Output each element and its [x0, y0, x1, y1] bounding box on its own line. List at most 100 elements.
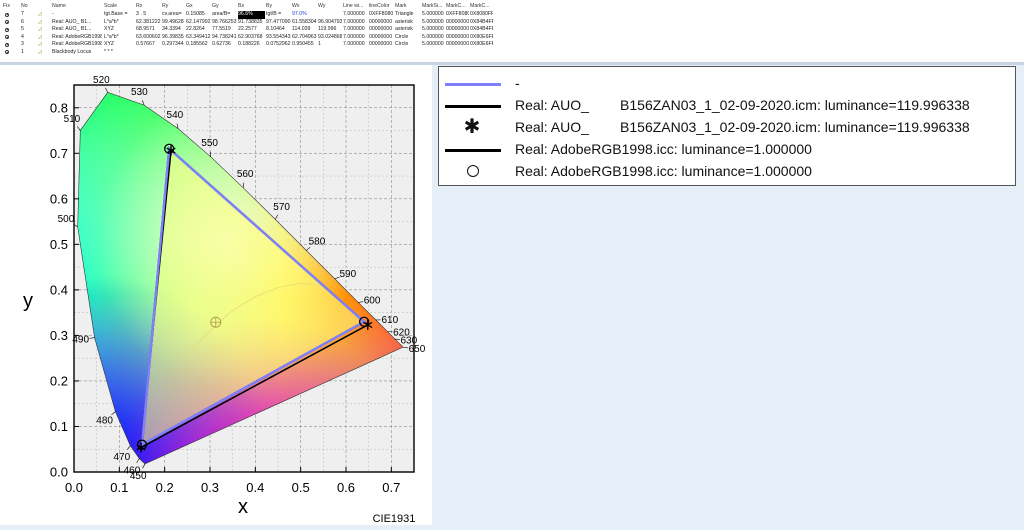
fix-radio[interactable] — [5, 13, 9, 17]
table-column-header[interactable]: By — [266, 3, 291, 11]
table-cell-gx: 0.15085 — [186, 11, 211, 19]
wavelength-label: 550 — [201, 138, 218, 149]
table-cell-gy: area/B= — [212, 11, 237, 19]
wavelength-label: 650 — [409, 344, 426, 355]
wavelength-label: 510 — [64, 114, 81, 125]
table-cell-name: Blackbody Locus — [52, 49, 102, 57]
fix-radio[interactable] — [5, 35, 9, 39]
table-column-header[interactable]: Ry — [162, 3, 184, 11]
legend-label: - — [515, 75, 520, 91]
table-cell-scale: L*a*b* — [104, 19, 134, 27]
legend-line-swatch — [445, 149, 501, 152]
legend-entry-auo-marker: ✱ Real: AUO_ B156ZAN03_1_02-09-2020.icm:… — [439, 117, 1015, 139]
table-cell-markc1: 00000000 — [446, 34, 469, 42]
table-cell-markc1: 0XFF8080 — [446, 11, 469, 19]
table-cell-mark: asterisk — [395, 19, 421, 27]
x-tick-label: 0.5 — [292, 480, 310, 495]
table-column-header[interactable]: Rx — [136, 3, 161, 11]
table-cell-markc2: 0X80E6FF — [470, 41, 493, 49]
table-cell-markc2: 0X8080FF — [470, 11, 493, 19]
x-tick-label: 0.7 — [382, 480, 400, 495]
fix-radio[interactable] — [5, 50, 9, 54]
table-cell-rx: 68.9571 — [136, 26, 161, 34]
table-column-header[interactable]: Gx — [186, 3, 211, 11]
fix-radio[interactable] — [5, 20, 9, 24]
table-cell-linewidth: 7.000000 — [343, 34, 368, 42]
white-point-marker — [211, 317, 221, 327]
table-cell-wy: 119.996 — [318, 26, 342, 34]
table-cell-gx: 0.185562 — [186, 41, 211, 49]
table-cell-wy: 96.904793 — [318, 19, 342, 27]
table-cell-linewidth: 7.000000 — [343, 11, 368, 19]
table-column-header[interactable]: Name — [52, 3, 102, 11]
table-column-header[interactable]: Line wi... — [343, 3, 368, 11]
wavelength-label: 610 — [381, 315, 398, 326]
table-cell-name: Real: AUO_ B1... — [52, 19, 102, 27]
y-tick-label: 0.8 — [50, 100, 68, 115]
x-tick-label: 0.6 — [337, 480, 355, 495]
circle-icon — [467, 165, 479, 177]
table-cell-gy: 77.5519 — [212, 26, 237, 34]
y-tick-label: 0.0 — [50, 465, 68, 480]
x-tick-label: 0.4 — [246, 480, 264, 495]
table-cell-no: 7 — [21, 11, 36, 19]
table-cell-bx: 22.2577 — [238, 26, 265, 34]
table-column-header[interactable]: Wx — [292, 3, 317, 11]
table-cell-no: 3 — [21, 41, 36, 49]
table-cell-linecolor: 0XFF8080 — [369, 11, 394, 19]
fix-radio[interactable] — [5, 43, 9, 47]
table-cell-wx: 97.0% — [292, 11, 317, 19]
table-column-header[interactable]: Gy — [212, 3, 237, 11]
table-column-header[interactable]: MarkSi... — [422, 3, 445, 11]
table-column-header[interactable]: No — [21, 3, 36, 11]
wavelength-label: 490 — [72, 334, 89, 345]
table-cell-mark: Triangle — [395, 11, 421, 19]
table-cell-markc1: 00000000 — [446, 41, 469, 49]
table-cell-linewidth: 7.000000 — [343, 19, 368, 27]
chart-title: CIE1931 — [373, 513, 416, 525]
table-cell-by: 97.477090 — [266, 19, 291, 27]
x-tick-label: 0.1 — [110, 480, 128, 495]
table-column-header[interactable]: MarkC... — [446, 3, 469, 11]
wavelength-label: 570 — [273, 202, 290, 213]
table-column-header[interactable]: Wy — [318, 3, 342, 11]
table-column-header[interactable]: Scale — [104, 3, 134, 11]
table-cell-by: 0.0752962 — [266, 41, 291, 49]
wavelength-label: 590 — [339, 269, 356, 280]
table-column-header[interactable]: Fix — [3, 3, 19, 11]
cie1931-chart[interactable]: 4504604704804905005105205305405505605705… — [0, 65, 432, 525]
table-cell-linecolor: 00000000 — [369, 19, 394, 27]
legend-entry-target: - — [439, 73, 1015, 95]
row-chart-icon: ◿ — [38, 11, 48, 19]
wavelength-label: 480 — [96, 416, 113, 427]
y-tick-label: 0.3 — [50, 328, 68, 343]
legend-line-swatch — [445, 105, 501, 108]
table-cell-by: tgt/B = — [266, 11, 291, 19]
table-cell-linecolor: 00000000 — [369, 34, 394, 42]
table-cell-ry: 99.496283 — [162, 19, 184, 27]
asterisk-icon: ✱ — [462, 114, 482, 139]
table-cell-rx: 63.600602 — [136, 34, 161, 42]
table-cell-markc1: 00000000 — [446, 26, 469, 34]
table-cell-rx: 0.57667 — [136, 41, 161, 49]
table-cell-linewidth: 7.000000 — [343, 26, 368, 34]
table-cell-wy: 1 — [318, 41, 342, 49]
table-cell-marksize: 5.000000 — [422, 34, 445, 42]
wavelength-label: 460 — [124, 465, 141, 476]
table-column-header[interactable]: Bx — [238, 3, 265, 11]
y-tick-label: 0.6 — [50, 191, 68, 206]
legend-label: Real: AUO_ B156ZAN03_1_02-09-2020.icm: l… — [515, 119, 970, 135]
table-column-header[interactable]: lineColor — [369, 3, 394, 11]
row-chart-icon: ◿ — [38, 26, 48, 34]
fix-radio[interactable] — [5, 28, 9, 32]
table-column-header[interactable]: MarkC... — [470, 3, 493, 11]
table-cell-bx: 0.188226 — [238, 41, 265, 49]
table-cell-mark: asterisk — [395, 26, 421, 34]
wavelength-label: 470 — [113, 452, 130, 463]
profile-table[interactable]: FixNo NameScaleRxRyGxGyBxByWxWyLine wi...… — [0, 0, 1024, 63]
legend-label: Real: AUO_ B156ZAN03_1_02-09-2020.icm: l… — [515, 97, 970, 113]
table-column-header[interactable]: Mark — [395, 3, 421, 11]
table-cell-bx: 62.903768 — [238, 34, 265, 42]
table-cell-wy: 93.024868 — [318, 34, 342, 42]
table-cell-bx: 91.738835 — [238, 19, 265, 27]
